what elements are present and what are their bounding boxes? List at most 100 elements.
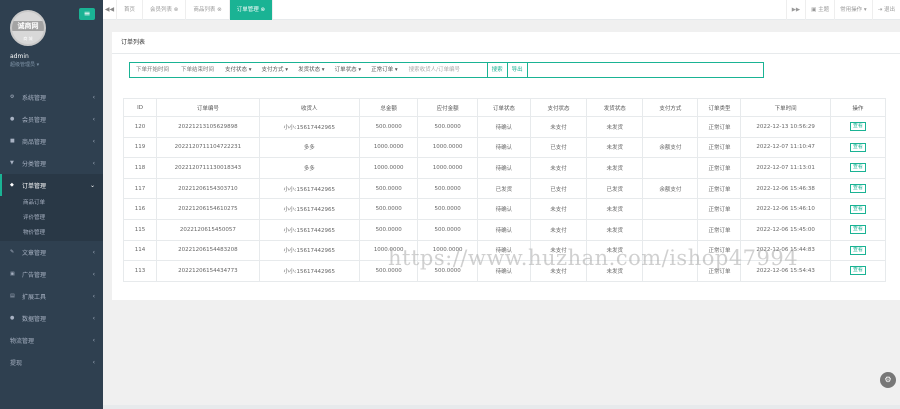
sidebar-item-label: 扩展工具	[22, 293, 47, 301]
sidebar-item-ads[interactable]: ▣ 广告管理 ‹	[0, 263, 103, 285]
column-header[interactable]: 订单状态	[476, 98, 531, 117]
table-cell: 113	[122, 260, 158, 282]
table-cell: 正常订单	[697, 157, 742, 179]
table-cell: 查看	[829, 218, 887, 241]
table-row: 120 20221213105629898 小小:15617442965 500.00…	[122, 116, 887, 138]
chevron-left-icon: ‹	[92, 248, 95, 256]
sidebar-subitem-reviews[interactable]: 评价管理	[0, 211, 103, 226]
chevron-left-icon: ‹	[92, 336, 95, 344]
database-icon: ●	[10, 315, 15, 321]
search-button[interactable]: 搜索	[486, 62, 508, 78]
sidebar-item-label: 数据管理	[22, 315, 47, 323]
view-order-button[interactable]: 查看	[849, 204, 866, 214]
table-cell: 已支付	[529, 136, 588, 159]
theme-button[interactable]: ▣ 主题	[805, 0, 834, 20]
chevron-left-icon: ‹	[92, 137, 95, 145]
sidebar-subitem-product-orders[interactable]: 商品订单	[0, 196, 103, 211]
column-header[interactable]: 支付状态	[529, 98, 588, 117]
table-cell: 未支付	[529, 198, 588, 220]
table-cell: 120	[122, 116, 158, 138]
export-button[interactable]: 导出	[506, 62, 528, 78]
tab-product-list[interactable]: 商品列表 ⊗	[186, 0, 230, 20]
column-header[interactable]: 收货人	[258, 98, 360, 117]
tab-home[interactable]: 首页	[117, 0, 144, 20]
column-header[interactable]: 订单类型	[697, 98, 742, 117]
table-row: 116 20221206154610275 小小:15617442965 500.00…	[122, 198, 887, 220]
table-row: 115 2022120615450057 小小:15617442965 500.000…	[122, 218, 887, 241]
table-cell: 未发货	[586, 136, 644, 159]
sidebar-subitem-prices[interactable]: 物价管理	[0, 226, 103, 241]
user-name: admin	[10, 53, 29, 60]
sidebar-item-categories[interactable]: ▼ 分类管理 ‹	[0, 152, 103, 174]
table-cell	[642, 218, 699, 241]
watermark: https://www.huzhan.com/ishop47994	[388, 246, 799, 270]
tab-scroll-left-button[interactable]: ◀◀	[103, 0, 117, 20]
view-order-button[interactable]: 查看	[849, 266, 866, 276]
table-cell: 500.0000	[417, 116, 478, 138]
sidebar-item-members[interactable]: ● 会员管理 ‹	[0, 108, 103, 130]
table-row: 118 2022120711130018343 多多 1000.0000 1000.00…	[122, 157, 887, 179]
table-cell: 正常订单	[697, 177, 742, 200]
column-header[interactable]: ID	[122, 98, 158, 117]
order-type-select[interactable]: 正常订单 ▾	[366, 63, 403, 77]
sidebar-item-data[interactable]: ● 数据管理 ‹	[0, 307, 103, 329]
table-cell: 115	[122, 218, 158, 241]
common-actions-dropdown[interactable]: 常用操作 ▾	[834, 0, 872, 20]
sidebar-item-logistics[interactable]: 物流管理 ‹	[0, 329, 103, 351]
table-cell: 查看	[829, 198, 887, 220]
settings-float-icon[interactable]: ⚙	[880, 372, 896, 388]
topbar-actions: ▶▶ ▣ 主题 常用操作 ▾ ⇥ 退出	[785, 0, 900, 20]
sidebar-item-articles[interactable]: ✎ 文章管理 ‹	[0, 241, 103, 263]
sidebar-item-label: 广告管理	[22, 271, 47, 279]
sidebar-item-tools[interactable]: ▤ 扩展工具 ‹	[0, 285, 103, 307]
view-order-button[interactable]: 查看	[849, 184, 866, 194]
search-input[interactable]: 搜索收货人/订单编号	[403, 63, 488, 77]
column-header[interactable]: 总金额	[358, 98, 419, 117]
sidebar-item-withdraw[interactable]: 提现 ‹	[0, 351, 103, 373]
chevron-left-icon: ‹	[92, 115, 95, 123]
avatar[interactable]: 诚商网 商 城	[10, 10, 46, 46]
logout-button[interactable]: ⇥ 退出	[871, 0, 900, 20]
pay-method-select[interactable]: 支付方式 ▾	[257, 63, 294, 77]
tab-order-management[interactable]: 订单管理 ⊗	[229, 0, 274, 20]
sidebar-item-products[interactable]: ■ 商品管理 ‹	[0, 130, 103, 152]
column-header[interactable]: 支付方式	[642, 98, 699, 117]
pay-status-select[interactable]: 支付状态 ▾	[220, 63, 257, 77]
sidebar-item-system[interactable]: ⚙ 系统管理 ‹	[0, 86, 103, 108]
table-cell: 未发货	[586, 198, 644, 220]
column-header[interactable]: 订单编号	[156, 98, 260, 117]
chevron-down-icon: ⌄	[89, 181, 95, 189]
view-order-button[interactable]: 查看	[849, 163, 866, 173]
table-cell: 小小:15617442965	[258, 116, 360, 138]
user-role-dropdown[interactable]: 超级管理员 ▾	[10, 61, 39, 68]
order-status-select[interactable]: 订单状态 ▾	[330, 63, 367, 77]
image-icon: ▣	[10, 271, 15, 277]
table-cell: 未发货	[586, 157, 644, 179]
footer-divider	[103, 405, 900, 409]
view-order-button[interactable]: 查看	[849, 122, 866, 132]
view-order-button[interactable]: 查看	[849, 225, 866, 235]
sidebar-item-orders[interactable]: ◆ 订单管理 ⌄	[0, 174, 103, 196]
table-cell: 小小:15617442965	[258, 239, 360, 262]
table-cell: 余额支付	[642, 177, 699, 200]
column-header[interactable]: 下单时间	[740, 98, 831, 117]
avatar-logo-text: 诚商网	[12, 21, 44, 31]
sidebar-nav: ⚙ 系统管理 ‹ ● 会员管理 ‹ ■ 商品管理 ‹ ▼ 分类管理 ‹ ◆ 订单管理 ⌄ 商品订单 …	[0, 86, 103, 373]
menu-icon[interactable]: ≡	[79, 8, 95, 20]
table-cell: 2022-12-06 15:46:10	[740, 198, 831, 220]
table-cell: 正常订单	[697, 136, 742, 159]
tab-member-list[interactable]: 会员列表 ⊗	[143, 0, 187, 20]
filter-bar: 下单开始时间 下单结束时间 支付状态 ▾ 支付方式 ▾ 发货状态 ▾ 订单状态 …	[129, 62, 764, 78]
column-header[interactable]: 应付金额	[417, 98, 478, 117]
column-header[interactable]: 发货状态	[586, 98, 644, 117]
tab-scroll-right-button[interactable]: ▶▶	[785, 0, 805, 20]
ship-status-select[interactable]: 发货状态 ▾	[293, 63, 330, 77]
table-cell: 待确认	[476, 136, 531, 159]
table-cell: 查看	[829, 116, 887, 138]
table-cell: 1000.0000	[358, 157, 419, 179]
start-time-input[interactable]: 下单开始时间	[130, 63, 175, 77]
table-cell: 20221206154610275	[156, 198, 260, 220]
end-time-input[interactable]: 下单结束时间	[175, 63, 220, 77]
view-order-button[interactable]: 查看	[849, 245, 866, 255]
view-order-button[interactable]: 查看	[849, 142, 866, 152]
